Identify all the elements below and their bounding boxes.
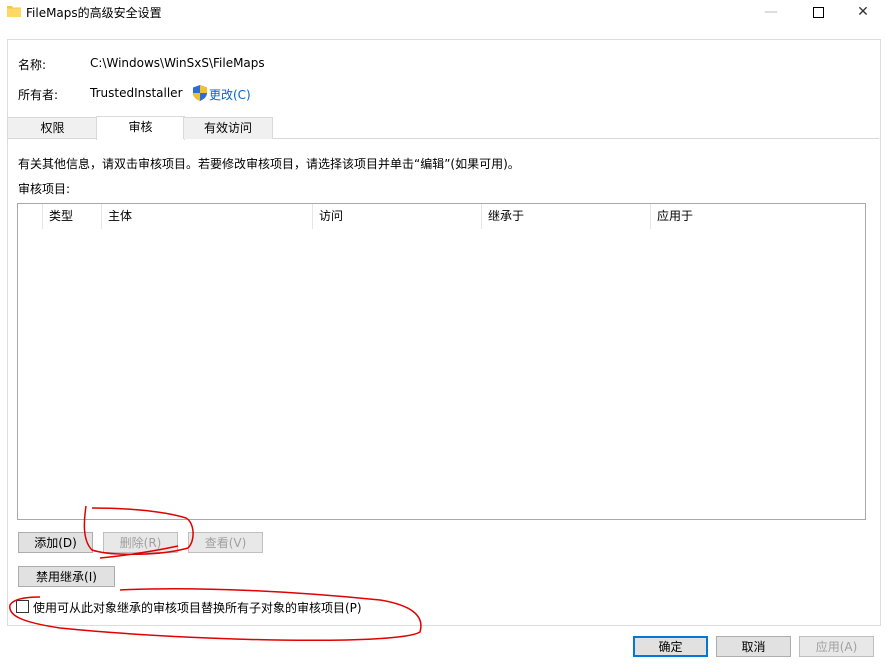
close-icon: ✕ <box>857 4 869 20</box>
name-label: 名称: <box>18 58 47 72</box>
column-header-applies-to[interactable]: 应用于 <box>651 204 861 229</box>
column-header-access[interactable]: 访问 <box>313 204 481 229</box>
tab-label: 权限 <box>40 121 65 135</box>
audit-entries-list[interactable]: 类型 主体 访问 继承于 应用于 <box>17 203 866 520</box>
tab-label: 有效访问 <box>203 121 252 135</box>
replace-child-audit-checkbox[interactable] <box>16 600 29 613</box>
change-owner-link[interactable]: 更改(C) <box>209 86 251 103</box>
audit-info-text: 有关其他信息，请双击审核项目。若要修改审核项目，请选择该项目并单击“编辑”(如果… <box>18 157 520 171</box>
minimize-icon: — <box>764 4 778 20</box>
maximize-icon <box>812 6 824 18</box>
owner-label: 所有者: <box>18 88 59 102</box>
window-title: FileMaps的高级安全设置 <box>26 6 162 20</box>
disable-inheritance-button[interactable]: 禁用继承(I) <box>18 566 115 587</box>
tab-auditing[interactable]: 审核 <box>96 116 185 140</box>
minimize-button[interactable]: — <box>748 0 794 24</box>
uac-shield-icon <box>193 85 207 101</box>
replace-child-audit-label[interactable]: 使用可从此对象继承的审核项目替换所有子对象的审核项目(P) <box>33 599 362 616</box>
tab-permissions[interactable]: 权限 <box>7 117 98 139</box>
list-header: 类型 主体 访问 继承于 应用于 <box>18 204 865 229</box>
title-bar: FileMaps的高级安全设置 — ✕ <box>0 0 886 24</box>
close-button[interactable]: ✕ <box>840 0 886 24</box>
audit-entries-label: 审核项目: <box>18 182 71 196</box>
add-button[interactable]: 添加(D) <box>18 532 93 553</box>
tab-label: 审核 <box>128 120 153 134</box>
tab-effective-access[interactable]: 有效访问 <box>183 117 273 139</box>
name-value: C:\Windows\WinSxS\FileMaps <box>90 56 265 70</box>
remove-button[interactable]: 删除(R) <box>103 532 178 553</box>
view-button[interactable]: 查看(V) <box>188 532 263 553</box>
ok-button[interactable]: 确定 <box>633 636 708 657</box>
cancel-button[interactable]: 取消 <box>716 636 791 657</box>
column-header-principal[interactable]: 主体 <box>102 204 312 229</box>
column-header-type[interactable]: 类型 <box>43 204 101 229</box>
column-header-inherited-from[interactable]: 继承于 <box>482 204 650 229</box>
apply-button[interactable]: 应用(A) <box>799 636 874 657</box>
owner-value: TrustedInstaller <box>90 86 183 100</box>
maximize-button[interactable] <box>795 0 841 24</box>
folder-icon <box>7 6 21 17</box>
